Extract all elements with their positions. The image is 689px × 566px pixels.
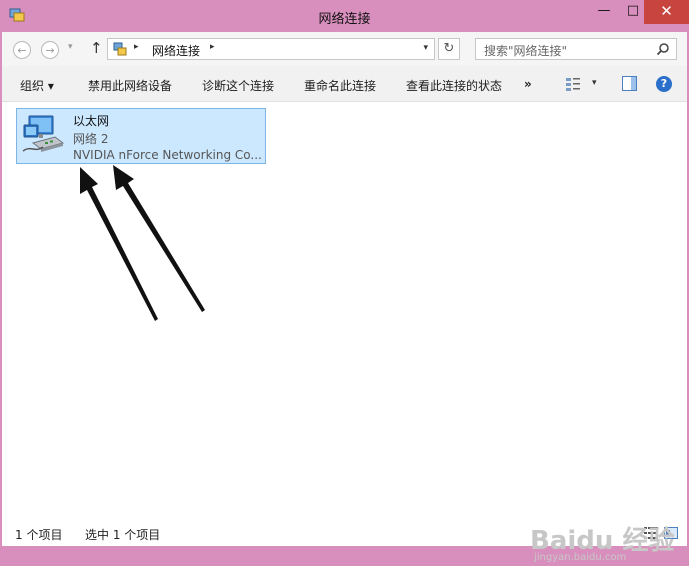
breadcrumb-separator[interactable]: ▸ — [134, 42, 139, 52]
title-bar[interactable]: 网络连接 — □ ✕ — [0, 0, 689, 32]
minimize-button[interactable]: — — [588, 0, 620, 24]
change-view-dropdown[interactable]: ▾ — [592, 78, 597, 88]
more-commands-button[interactable]: » — [524, 77, 532, 91]
back-button[interactable]: ← — [13, 41, 31, 59]
preview-pane-icon[interactable] — [622, 76, 637, 91]
breadcrumb-separator-2[interactable]: ▸ — [210, 42, 215, 52]
baidu-jingyan-watermark: Baidu 经验 jingyan.baidu.com — [530, 520, 674, 566]
refresh-button[interactable]: ↻ — [438, 38, 460, 60]
address-bar[interactable]: ▸ 网络连接 ▸ ▾ — [107, 38, 435, 60]
address-dropdown[interactable]: ▾ — [423, 43, 428, 53]
annotation-arrow-left — [80, 167, 158, 321]
selected-count: 选中 1 个项目 — [85, 528, 161, 542]
command-bar: 组织 ▾ 禁用此网络设备 诊断这个连接 重命名此连接 查看此连接的状态 » ▾ … — [2, 66, 687, 102]
rename-connection-button[interactable]: 重命名此连接 — [304, 77, 376, 94]
search-box[interactable]: 搜索"网络连接" — [475, 38, 677, 60]
change-view-icon[interactable] — [565, 76, 581, 92]
recent-locations-dropdown[interactable]: ▾ — [68, 42, 73, 52]
diagnose-connection-button[interactable]: 诊断这个连接 — [202, 77, 274, 94]
close-button[interactable]: ✕ — [644, 0, 689, 24]
annotation-arrow-right — [113, 165, 205, 312]
file-list[interactable]: 以太网 网络 2 NVIDIA nForce Networking Co... — [2, 102, 687, 512]
breadcrumb-network-connections[interactable]: 网络连接 — [152, 42, 200, 59]
network-folder-icon — [113, 42, 127, 56]
up-button[interactable]: ↑ — [90, 39, 103, 57]
navigation-bar: ← → ▾ ↑ ▸ 网络连接 ▸ ▾ ↻ 搜索"网络连接" — [2, 32, 687, 66]
disable-device-button[interactable]: 禁用此网络设备 — [88, 77, 172, 94]
view-status-button[interactable]: 查看此连接的状态 — [406, 77, 502, 94]
explorer-content: ← → ▾ ↑ ▸ 网络连接 ▸ ▾ ↻ 搜索"网络连接" 组织 ▾ 禁用此网络… — [2, 32, 687, 563]
annotation-arrows — [80, 165, 205, 321]
item-count: 1 个项目 — [15, 528, 63, 542]
forward-button[interactable]: → — [41, 41, 59, 59]
explorer-window: 网络连接 — □ ✕ ← → ▾ ↑ ▸ 网络连接 ▸ ▾ ↻ 搜索"网络连接" — [0, 0, 689, 563]
organize-menu[interactable]: 组织 ▾ — [20, 77, 54, 94]
search-input[interactable]: 搜索"网络连接" — [484, 42, 567, 59]
search-icon[interactable] — [656, 42, 670, 56]
window-title: 网络连接 — [318, 12, 371, 27]
watermark-url: jingyan.baidu.com — [534, 552, 627, 563]
help-icon[interactable]: ? — [656, 76, 672, 92]
